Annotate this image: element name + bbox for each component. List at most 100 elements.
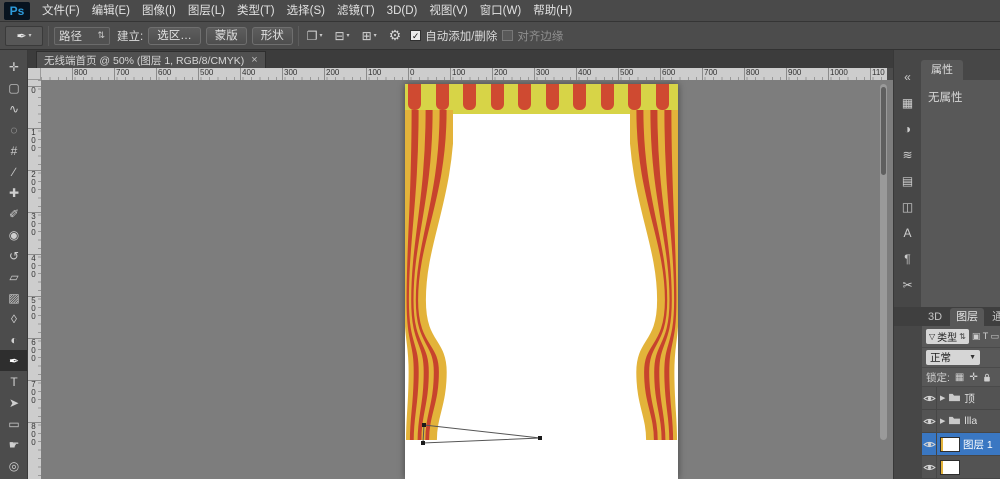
layer-row[interactable]: 图层 1 [922,433,1000,456]
ruler-label: 100 [368,68,388,77]
blur-tool[interactable]: ◊ [0,308,28,329]
tab-channels[interactable]: 通道 [986,308,1000,326]
type-tool[interactable]: T [0,371,28,392]
horizontal-ruler: 8007006005004003002001000100200300400500… [41,68,887,80]
history-brush-tool[interactable]: ↺ [0,245,28,266]
document-tab-bar: 无线端首页 @ 50% (图层 1, RGB/8/CMYK) × [28,50,893,68]
tab-3d[interactable]: 3D [922,308,948,326]
auto-add-remove-checkbox[interactable]: ✓ 自动添加/删除 [410,28,497,44]
lock-all-icon[interactable] [983,372,991,383]
gear-icon[interactable]: ⚙ [385,27,406,44]
layer-group-row[interactable]: ▶llla [922,410,1000,433]
ruler-label: 600 [662,68,682,77]
healing-brush-tool[interactable]: ✚ [0,182,28,203]
canvas-area[interactable] [41,80,893,479]
adjustments-panel-icon[interactable]: ◑ [894,116,921,142]
collapse-dock-icon[interactable]: « [894,64,921,90]
ruler-tick [156,68,157,80]
menu-image[interactable]: 图像(I) [136,0,182,22]
layer-thumbnail[interactable] [940,437,960,452]
menu-layer[interactable]: 图层(L) [182,0,231,22]
filter-type-icons[interactable]: ▣ T ▭ [972,331,999,342]
marquee-tool[interactable]: ▢ [0,77,28,98]
shape-tool[interactable]: ▭ [0,413,28,434]
menu-help[interactable]: 帮助(H) [527,0,578,22]
expand-group-icon[interactable]: ▶ [940,394,945,402]
lock-position-icon[interactable]: ✛ [969,372,977,383]
swatches-panel-icon[interactable]: ▦ [894,90,921,116]
visibility-eye-icon[interactable] [922,456,937,479]
path-arrangement-icon[interactable]: ⊞▾ [359,26,380,46]
ruler-tick [450,68,451,80]
layer-filter-select[interactable]: ▽ 类型 ⇅ [926,329,969,344]
make-mask-button[interactable]: 蒙版 [206,27,247,45]
menu-edit[interactable]: 编辑(E) [86,0,136,22]
path-alignment-icon[interactable]: ⊟▾ [331,26,352,46]
visibility-eye-icon[interactable] [922,410,937,433]
info-panel-icon[interactable]: ◫ [894,194,921,220]
layer-name: 顶 [964,391,975,406]
quick-selection-tool[interactable]: ◌ [0,119,28,140]
blend-mode-row: 正常 ▼ [922,348,1000,368]
valance-stripe [656,84,669,110]
make-selection-button[interactable]: 选区… [148,27,201,45]
menu-3d[interactable]: 3D(D) [381,0,424,22]
menu-type[interactable]: 类型(T) [231,0,281,22]
dodge-tool[interactable]: ◐ [0,329,28,350]
visibility-eye-icon[interactable] [922,387,937,410]
align-edges-checkbox[interactable]: 对齐边缘 [502,28,563,44]
menu-view[interactable]: 视图(V) [423,0,473,22]
make-shape-button[interactable]: 形状 [252,27,293,45]
scrollbar-thumb[interactable] [881,87,886,175]
gradient-tool[interactable]: ▨ [0,287,28,308]
layer-thumbnail[interactable] [940,460,960,475]
path-operations-icon[interactable]: ❐▾ [304,26,326,46]
ruler-label: 500 [620,68,640,77]
menu-filter[interactable]: 滤镜(T) [331,0,381,22]
document-canvas[interactable] [405,84,678,479]
move-tool[interactable]: ✛ [0,56,28,77]
character-panel-icon[interactable]: A [894,220,921,246]
histogram-panel-icon[interactable]: ▤ [894,168,921,194]
tool-preset-button[interactable]: ✒ ▾ [5,26,43,46]
close-tab-icon[interactable]: × [251,54,257,66]
expand-group-icon[interactable]: ▶ [940,417,945,425]
document-tab[interactable]: 无线端首页 @ 50% (图层 1, RGB/8/CMYK) × [36,51,266,68]
ruler-tick [114,68,115,80]
options-bar: ✒ ▾ 路径 ⇅ 建立: 选区…蒙版形状 ❐▾⊟▾⊞▾ ⚙ ✓ 自动添加/删除 … [0,22,1000,50]
pen-tool[interactable]: ✒ [0,350,28,371]
lock-transparency-icon[interactable]: ▦ [955,372,964,383]
no-properties-text: 无属性 [928,92,963,104]
menu-window[interactable]: 窗口(W) [474,0,528,22]
lasso-tool[interactable]: ∿ [0,98,28,119]
layer-row[interactable] [922,456,1000,479]
tab-layers[interactable]: 图层 [950,308,984,326]
menu-file[interactable]: 文件(F) [36,0,86,22]
path-mode-select[interactable]: 路径 ⇅ [54,27,110,45]
ruler-tick [702,68,703,80]
align-edges-label: 对齐边缘 [517,28,563,44]
visibility-eye-icon[interactable] [922,433,937,456]
ruler-label: 400 [578,68,598,77]
styles-panel-icon[interactable]: ≋ [894,142,921,168]
make-buttons: 选区… 蒙版形状 [148,27,293,45]
brush-tool[interactable]: ✐ [0,203,28,224]
tools-panel: ✛▢∿◌#∕✚✐◉↺▱▨◊◐✒T➤▭☛◎ [0,50,28,479]
eyedropper-tool[interactable]: ∕ [0,161,28,182]
hand-tool[interactable]: ☛ [0,434,28,455]
slice-panel-icon[interactable]: ✂ [894,272,921,298]
ruler-label: 900 [788,68,808,77]
path-selection-tool[interactable]: ➤ [0,392,28,413]
blend-mode-select[interactable]: 正常 ▼ [926,350,980,365]
ruler-label: 300 [284,68,304,77]
crop-tool[interactable]: # [0,140,28,161]
zoom-tool[interactable]: ◎ [0,455,28,476]
tab-properties[interactable]: 属性 [921,60,963,80]
vertical-scrollbar[interactable] [880,84,887,440]
eraser-tool[interactable]: ▱ [0,266,28,287]
paragraph-panel-icon[interactable]: ¶ [894,246,921,272]
menu-select[interactable]: 选择(S) [281,0,331,22]
layer-group-row[interactable]: ▶顶 [922,387,1000,410]
path-op-buttons: ❐▾⊟▾ ⊞▾ [304,26,380,46]
clone-stamp-tool[interactable]: ◉ [0,224,28,245]
